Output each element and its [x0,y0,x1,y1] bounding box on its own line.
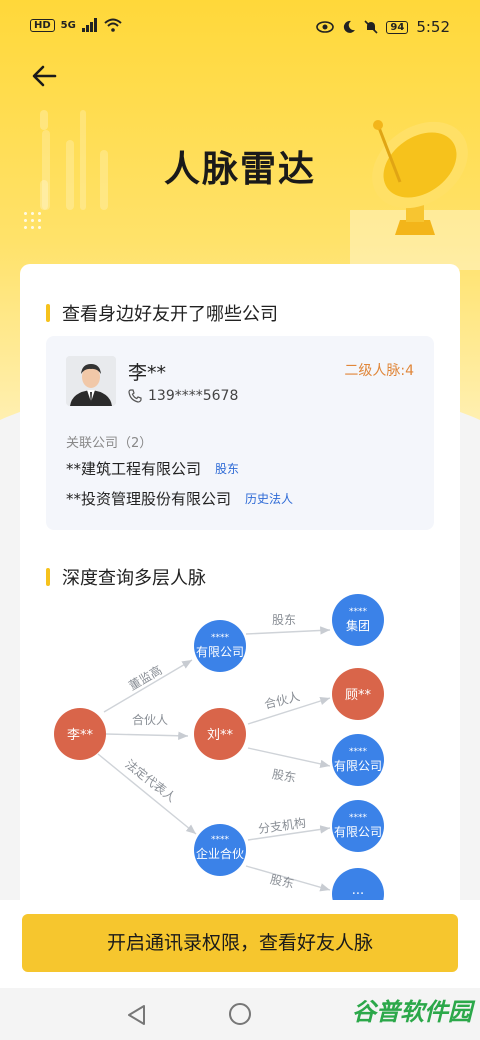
section-friends-title: 查看身边好友开了哪些公司 [46,300,278,326]
node-label: ... [352,883,364,898]
clock: 5:52 [416,18,450,36]
node-label: 顾** [345,688,372,703]
wifi-icon [104,18,122,32]
company-role-tag: 股东 [215,462,240,476]
related-company-row[interactable]: **投资管理股份有限公司 历史法人 [66,488,293,509]
bottom-action-bar: 开启通讯录权限，查看好友人脉 [0,900,480,988]
decorative-dots [22,210,44,232]
node-liu: 刘** [194,708,246,760]
friend-phone: 139****5678 [148,388,239,404]
node-partnership: **** 企业合伙 [194,824,246,876]
signal-icon [81,18,97,32]
back-arrow-icon[interactable] [30,62,58,90]
page-title: 人脉雷达 [163,149,316,190]
enable-contacts-button[interactable]: 开启通讯录权限，查看好友人脉 [22,914,458,972]
connection-level: 二级人脉:4 [344,363,414,379]
node-label-top: **** [211,835,230,845]
friend-name: 李** [128,362,167,384]
edge-line [247,747,331,769]
edge-line [97,753,197,835]
node-label-top: **** [349,747,368,757]
mute-bell-icon [364,20,378,34]
edge-line [105,731,189,740]
node-label-bottom: 集团 [346,618,370,633]
status-bar: HD 5G 94 5:52 [0,0,480,56]
avatar [66,356,116,406]
node-label-top: **** [349,813,368,823]
related-companies-label: 关联公司（2） [66,436,153,451]
edge-line [245,626,331,635]
network-label: 5G [60,19,76,31]
nav-back-icon[interactable] [124,1002,150,1028]
company-name: **投资管理股份有限公司 [66,490,232,508]
node-company-3: **** 有限公司 [332,734,384,786]
node-label-top: **** [211,633,230,643]
edge-label: 股东 [272,613,296,627]
section-accent-bar [46,304,50,322]
eye-icon [316,21,335,33]
node-label-bottom: 有限公司 [334,825,382,839]
node-li: 李** [54,708,106,760]
company-role-tag: 历史法人 [245,492,294,506]
node-company-4: **** 有限公司 [332,800,384,852]
company-name: **建筑工程有限公司 [66,460,202,478]
edge-label: 股东 [271,767,297,785]
nav-home-icon[interactable] [229,1003,251,1025]
battery-indicator: 94 [386,20,409,34]
friend-card[interactable]: 李** 139****5678 二级人脉:4 关联公司（2） **建筑工程有限公… [46,336,434,530]
node-gu: 顾** [332,668,384,720]
system-nav-bar: 谷普软件园 [0,988,480,1040]
node-company-1: **** 有限公司 [194,620,246,672]
main-card: 查看身边好友开了哪些公司 李** 139****5678 二级人脉:4 关联公司… [20,264,460,924]
hd-badge: HD [30,18,55,32]
node-group: **** 集团 [332,594,384,646]
moon-icon [344,20,356,33]
node-label-bottom: 有限公司 [196,645,244,659]
network-graph: 董监高 合伙人 法定代表人 股东 合伙人 股东 分支机构 股东 李** ****… [54,594,384,920]
phone-icon [128,389,142,403]
node-label-bottom: 有限公司 [334,759,382,773]
edge-label: 合伙人 [263,688,302,711]
node-label-bottom: 企业合伙 [196,846,244,861]
edge-label: 股东 [269,872,295,891]
node-label: 刘** [207,728,234,743]
section-friends-label: 查看身边好友开了哪些公司 [62,304,278,325]
edge-label: 合伙人 [132,712,168,727]
friend-phone-row: 139****5678 [128,388,238,404]
watermark-logo: 谷普软件园 [352,998,472,1026]
node-label-top: **** [349,607,368,617]
related-company-row[interactable]: **建筑工程有限公司 股东 [66,458,239,479]
person-icon [66,356,116,406]
node-label: 李** [67,728,94,743]
